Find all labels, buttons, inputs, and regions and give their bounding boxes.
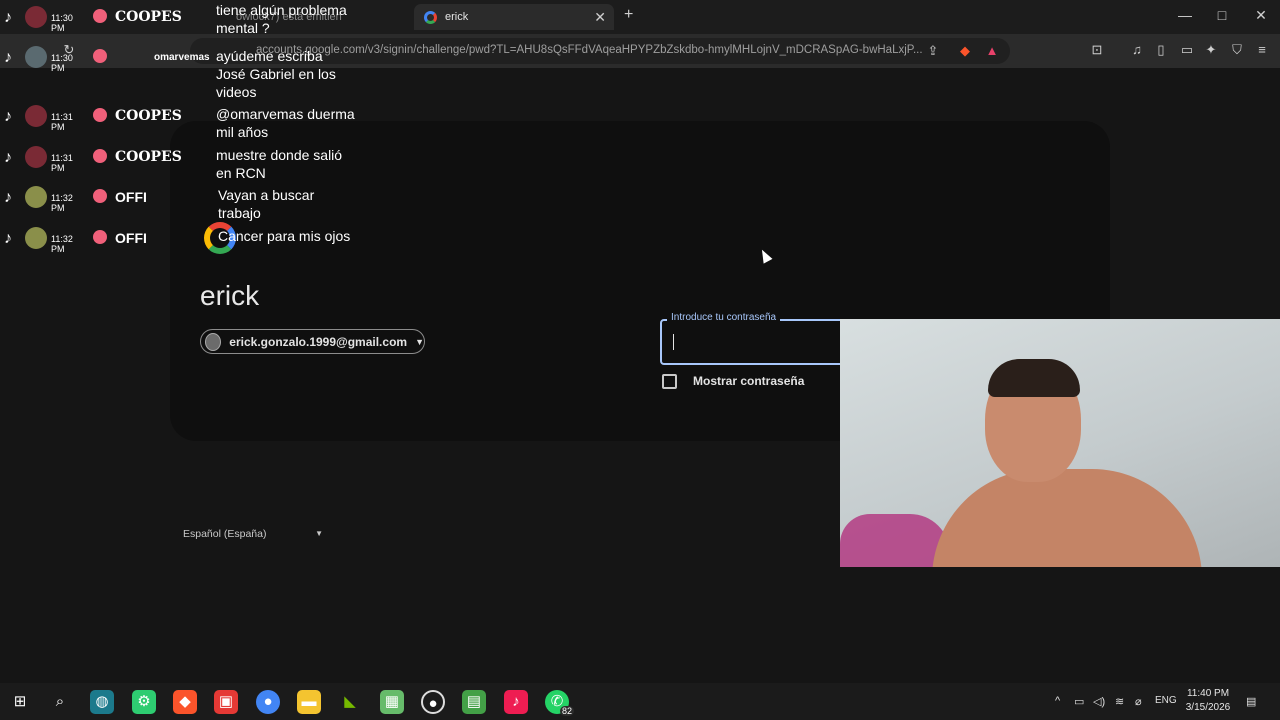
- chat-user: OFFI: [115, 189, 147, 205]
- search-icon[interactable]: ⌕: [48, 690, 72, 714]
- avatar: [25, 6, 47, 28]
- badge-icon: [93, 9, 107, 23]
- clock[interactable]: 11:40 PM 3/15/2026: [1178, 687, 1238, 715]
- menu-icon[interactable]: ≡: [1253, 42, 1271, 57]
- notification-icon[interactable]: ▤: [1246, 695, 1256, 708]
- avatar: [25, 46, 47, 68]
- clock-time: 11:40 PM: [1186, 688, 1230, 699]
- chat-time: 11:31 PM: [51, 153, 73, 173]
- sidebar-icon[interactable]: ▯: [1152, 42, 1170, 58]
- chat-time: 11:31 PM: [51, 112, 73, 132]
- android-icon[interactable]: ▦: [380, 690, 404, 714]
- badge-icon: [93, 108, 107, 122]
- maximize-icon[interactable]: □: [1212, 7, 1232, 23]
- avatar: [25, 227, 47, 249]
- webcam-feed: [840, 319, 1280, 567]
- volume-icon[interactable]: ◁): [1093, 695, 1105, 708]
- chat-user: COOPES: [115, 9, 182, 25]
- brave-shield-icon[interactable]: ◆: [956, 43, 974, 59]
- tiktok-icon[interactable]: ♪: [504, 690, 528, 714]
- avatar: [25, 146, 47, 168]
- wifi-icon[interactable]: ≋: [1115, 695, 1124, 708]
- chat-user: COOPES: [115, 108, 182, 124]
- new-tab-icon[interactable]: +: [624, 6, 633, 24]
- chat-message: tiene algún problema mental ?: [216, 2, 347, 36]
- app-icon[interactable]: ⚙: [132, 690, 156, 714]
- chrome-icon[interactable]: ●: [256, 690, 280, 714]
- app-icon[interactable]: ◍: [90, 690, 114, 714]
- screen: owlock7) está emitien erick ✕ + — □ ✕ ↻ …: [0, 0, 1280, 720]
- chat-time: 11:30 PM: [51, 53, 73, 73]
- close-window-icon[interactable]: ✕: [1251, 7, 1271, 24]
- microphone-icon[interactable]: ⌀: [1135, 695, 1142, 708]
- chat-user: COOPES: [115, 149, 182, 165]
- folder-icon[interactable]: ▬: [297, 690, 321, 714]
- leo-ai-icon[interactable]: ✦: [1202, 42, 1220, 58]
- chat-time: 11:32 PM: [51, 193, 73, 213]
- page-title: erick: [200, 280, 260, 311]
- avatar: [205, 332, 222, 351]
- language-indicator[interactable]: ENG: [1155, 695, 1177, 706]
- close-tab-icon[interactable]: ✕: [594, 9, 606, 26]
- password-label: Introduce tu contraseña: [667, 312, 781, 323]
- minimize-icon[interactable]: —: [1175, 7, 1195, 23]
- tiktok-icon: ♪: [4, 49, 12, 66]
- windows-start-icon[interactable]: ⊞: [8, 690, 32, 714]
- avatar: [25, 105, 47, 127]
- avatar: [25, 186, 47, 208]
- badge-icon: [93, 230, 107, 244]
- app-icon[interactable]: ▤: [462, 690, 486, 714]
- text-cursor: [673, 334, 674, 350]
- badge-icon: [93, 149, 107, 163]
- app-icon[interactable]: ▣: [214, 690, 238, 714]
- show-password-label[interactable]: Mostrar contraseña: [693, 374, 804, 388]
- chat-user: OFFI: [115, 230, 147, 246]
- tiktok-icon: ♪: [4, 149, 12, 166]
- show-password-checkbox[interactable]: [662, 374, 677, 389]
- share-icon[interactable]: ⇪: [924, 43, 942, 59]
- chat-message: muestre donde salió en RCN: [216, 147, 343, 181]
- tab-erick-label: erick: [445, 11, 469, 23]
- badge-icon: [93, 189, 107, 203]
- language-value: Español (España): [183, 528, 267, 540]
- wallet-icon[interactable]: ▭: [1178, 42, 1196, 58]
- account-chip[interactable]: erick.gonzalo.1999@gmail.com ▼: [200, 329, 425, 354]
- chevron-down-icon: ▼: [315, 529, 323, 538]
- chat-message: @omarvemas duerma mil años: [216, 106, 355, 140]
- tiktok-icon: ♪: [4, 189, 12, 206]
- person-body: [932, 469, 1202, 567]
- chevron-up-icon[interactable]: ^: [1055, 695, 1060, 707]
- chat-time: 11:32 PM: [51, 234, 73, 254]
- tab-bar: owlock7) está emitien erick ✕ + — □ ✕: [0, 0, 1280, 34]
- google-favicon-icon: [424, 10, 437, 24]
- language-select[interactable]: Español (España) ▼: [183, 528, 323, 540]
- chat-time: 11:30 PM: [51, 13, 73, 33]
- clock-date: 3/15/2026: [1185, 702, 1231, 713]
- chat-user: omarvemas: [154, 52, 210, 63]
- screenshot-icon[interactable]: ⊡: [1088, 42, 1106, 58]
- chat-message: Vayan a buscar trabajo: [218, 187, 315, 221]
- tiktok-icon: ♪: [4, 108, 12, 125]
- whatsapp-badge: 82: [560, 706, 575, 716]
- chat-message: ayúdeme escriba José Gabriel en los vide…: [216, 48, 336, 100]
- brave-rewards-icon[interactable]: ▲: [983, 43, 1001, 58]
- tab-erick[interactable]: erick ✕: [414, 4, 614, 30]
- music-icon[interactable]: ♫: [1128, 42, 1146, 57]
- vpn-icon[interactable]: ⛉: [1228, 42, 1246, 58]
- chevron-down-icon: ▼: [415, 336, 424, 347]
- taskbar: ⊞ ⌕ ◍ ⚙ ◆ ▣ ● ▬ ◣ ▦ ● ▤ ♪ ✆ ^ ▭ ◁) ≋ ⌀ E…: [0, 683, 1280, 720]
- tiktok-icon: ♪: [4, 9, 12, 26]
- nvidia-icon[interactable]: ◣: [338, 690, 362, 714]
- tiktok-icon: ♪: [4, 230, 12, 247]
- account-email: erick.gonzalo.1999@gmail.com: [229, 334, 408, 349]
- brave-icon[interactable]: ◆: [173, 690, 197, 714]
- chat-message: Cancer para mis ojos: [218, 228, 351, 244]
- badge-icon: [93, 49, 107, 63]
- person-hair: [988, 359, 1080, 397]
- obs-icon[interactable]: ●: [421, 690, 445, 714]
- battery-icon[interactable]: ▭: [1074, 695, 1084, 708]
